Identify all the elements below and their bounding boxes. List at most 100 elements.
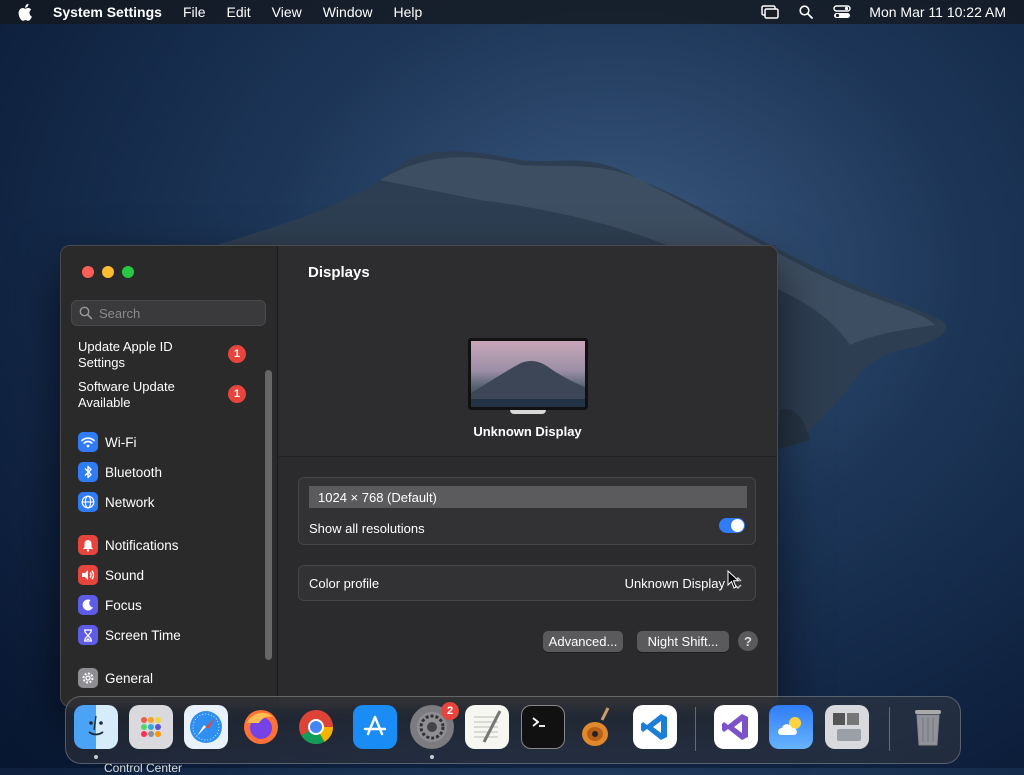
control-center-icon[interactable] (833, 3, 851, 21)
dock-app-store[interactable] (353, 705, 397, 749)
terminal-icon (532, 717, 545, 727)
notification-badge: 1 (228, 385, 246, 403)
toggle-knob (731, 519, 744, 532)
sidebar-item-label: Network (105, 494, 155, 510)
firefox-icon (244, 710, 278, 744)
sidebar-item-label: General (105, 670, 154, 686)
sidebar-item-label: Update Apple ID Settings (78, 339, 173, 370)
spotlight-search-icon[interactable] (797, 3, 815, 21)
weather-icon (778, 717, 801, 735)
menu-window[interactable]: Window (323, 4, 373, 20)
safari-icon (190, 711, 222, 743)
dock-firefox[interactable] (239, 705, 283, 749)
gear-icon (78, 668, 98, 688)
dock-visual-studio[interactable] (714, 705, 758, 749)
sidebar-item-software-update[interactable]: Software Update Available 1 (78, 379, 268, 411)
resolution-group: 1024 × 768 (Default) Show all resolution… (298, 477, 756, 545)
dock-garageband[interactable] (576, 705, 620, 749)
menu-edit[interactable]: Edit (227, 4, 251, 20)
sidebar-item-label: Software Update Available (78, 379, 175, 410)
menu-view[interactable]: View (272, 4, 302, 20)
dock-vscode[interactable] (633, 705, 677, 749)
sidebar-item-general[interactable]: General (78, 666, 153, 690)
sidebar-item-notifications[interactable]: Notifications (78, 533, 179, 557)
sidebar-item-label: Notifications (105, 537, 179, 553)
chrome-icon (299, 710, 333, 744)
sidebar-item-label: Wi-Fi (105, 434, 137, 450)
boot-camp-icon (833, 713, 861, 741)
window-controls (82, 266, 134, 278)
sidebar-item-wifi[interactable]: Wi-Fi (78, 430, 136, 454)
sidebar-item-bluetooth[interactable]: Bluetooth (78, 460, 162, 484)
dock-textedit[interactable] (465, 705, 509, 749)
speaker-icon (78, 565, 98, 585)
sidebar-item-label: Screen Time (105, 627, 181, 643)
dock-terminal[interactable] (521, 705, 565, 749)
running-indicator (430, 755, 434, 759)
menu-help[interactable]: Help (394, 4, 423, 20)
advanced-button[interactable]: Advanced... (543, 631, 623, 652)
menu-bar: System Settings File Edit View Window He… (0, 0, 1024, 24)
globe-icon (78, 492, 98, 512)
sidebar-item-label: Focus (105, 597, 142, 613)
app-name-menu[interactable]: System Settings (53, 4, 162, 20)
guitar-icon (582, 707, 610, 746)
search-input[interactable] (97, 304, 261, 322)
bell-icon (78, 535, 98, 555)
apple-menu-icon[interactable] (18, 3, 36, 21)
sidebar-item-label: Bluetooth (105, 464, 163, 480)
dock: 2 (65, 696, 961, 764)
sidebar-item-network[interactable]: Network (78, 490, 155, 514)
finder-icon (88, 715, 104, 736)
dock-weather[interactable] (769, 705, 813, 749)
moon-icon (78, 595, 98, 615)
system-settings-window: Update Apple ID Settings 1 Software Upda… (60, 245, 778, 707)
screen-mirroring-icon[interactable] (761, 3, 780, 21)
help-button[interactable]: ? (738, 631, 758, 651)
show-all-resolutions-label: Show all resolutions (309, 521, 425, 536)
search-icon (79, 306, 93, 320)
display-name: Unknown Display (473, 424, 582, 439)
display-thumbnail[interactable] (468, 338, 588, 410)
sidebar-item-update-apple-id[interactable]: Update Apple ID Settings 1 (78, 339, 268, 371)
search-field[interactable] (71, 300, 266, 326)
display-stand (510, 410, 546, 414)
sidebar-item-screen-time[interactable]: Screen Time (78, 623, 181, 647)
app-store-icon (363, 715, 387, 736)
minimize-button[interactable] (102, 266, 114, 278)
dock-safari[interactable] (184, 705, 228, 749)
dock-separator (889, 707, 890, 751)
dock-trash[interactable] (906, 705, 950, 749)
textedit-icon (474, 710, 502, 743)
dock-launchpad[interactable] (129, 705, 173, 749)
launchpad-icon (141, 717, 161, 737)
dock-settings-badge: 2 (441, 702, 459, 720)
close-button[interactable] (82, 266, 94, 278)
zoom-button[interactable] (122, 266, 134, 278)
menu-file[interactable]: File (183, 4, 206, 20)
sidebar-item-label: Sound (105, 567, 145, 583)
main-pane: Displays Unknown Display 1024 × 768 (Def… (278, 246, 777, 706)
display-header: Displays Unknown Display (278, 246, 777, 457)
vscode-icon (641, 714, 667, 740)
notification-badge: 1 (228, 345, 246, 363)
visual-studio-icon (722, 714, 748, 740)
dock-boot-camp[interactable] (825, 705, 869, 749)
color-profile-popup[interactable]: Unknown Display (625, 576, 725, 591)
mouse-cursor-icon (727, 570, 740, 589)
sidebar-scrollbar[interactable] (265, 370, 272, 660)
dock-separator (695, 707, 696, 751)
sidebar-item-focus[interactable]: Focus (78, 593, 142, 617)
color-profile-label: Color profile (309, 576, 380, 591)
night-shift-button[interactable]: Night Shift... (637, 631, 729, 652)
dock-finder[interactable] (74, 705, 118, 749)
dock-chrome[interactable] (294, 705, 338, 749)
bluetooth-icon (78, 462, 98, 482)
page-title: Displays (308, 264, 370, 281)
resolution-option-selected[interactable]: 1024 × 768 (Default) (309, 486, 747, 508)
wifi-icon (78, 432, 98, 452)
color-profile-group: Color profile Unknown Display (298, 565, 756, 601)
menubar-clock[interactable]: Mon Mar 11 10:22 AM (869, 4, 1006, 20)
show-all-resolutions-toggle[interactable] (719, 518, 745, 533)
sidebar-item-sound[interactable]: Sound (78, 563, 144, 587)
